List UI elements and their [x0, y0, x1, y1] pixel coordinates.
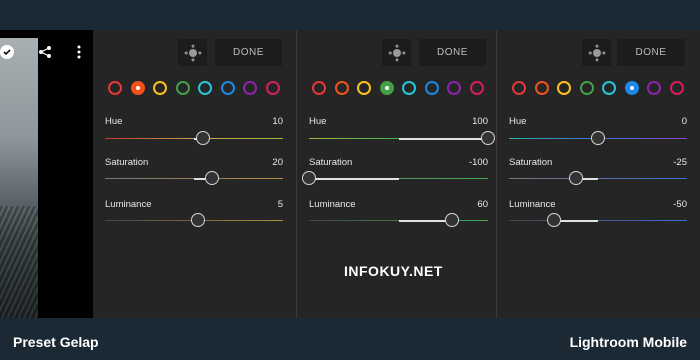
slider-label-luminance: Luminance — [309, 199, 356, 210]
slider-label-luminance: Luminance — [105, 199, 152, 210]
color-dot-orange[interactable] — [130, 81, 145, 95]
screenshot-frame: DONE Hue 10 Saturation 20 Luminance 5 DONE Hue 1… — [0, 0, 700, 360]
slider-thumb-luminance[interactable] — [445, 213, 460, 227]
slider-track-saturation[interactable] — [509, 178, 687, 179]
slider-label-hue: Hue — [105, 116, 123, 127]
slider-thumb-hue[interactable] — [481, 131, 495, 145]
color-dot-green[interactable] — [579, 81, 594, 95]
slider-label-saturation: Saturation — [309, 157, 353, 168]
targeted-adjustment-button[interactable] — [582, 39, 611, 66]
slider-thumb-luminance[interactable] — [546, 213, 561, 227]
color-dot-magenta[interactable] — [669, 81, 684, 95]
target-icon — [387, 43, 406, 62]
color-dot-aqua[interactable] — [602, 81, 616, 95]
footer-title-right: Lightroom Mobile — [569, 334, 687, 350]
color-dot-yellow[interactable] — [357, 81, 371, 95]
slider-label-hue: Hue — [309, 116, 327, 127]
color-dot-green[interactable] — [379, 81, 394, 95]
share-icon[interactable] — [37, 44, 53, 60]
slider-thumb-saturation[interactable] — [204, 171, 219, 185]
slider-value-saturation: -100 — [468, 157, 488, 168]
color-dot-orange[interactable] — [534, 81, 549, 95]
color-dot-yellow[interactable] — [557, 81, 571, 95]
color-dot-magenta[interactable] — [469, 81, 484, 95]
slider-value-hue: 100 — [472, 116, 488, 127]
slider-thumb-saturation[interactable] — [302, 171, 316, 185]
checkmark-icon[interactable] — [0, 45, 14, 59]
slider-value-hue: 10 — [272, 116, 283, 127]
target-icon — [587, 43, 606, 62]
color-dot-yellow[interactable] — [153, 81, 167, 95]
done-button[interactable]: DONE — [419, 39, 486, 66]
hsl-panel-1: DONE Hue 10 Saturation 20 Luminance 5 — [93, 30, 296, 318]
slider-label-luminance: Luminance — [509, 199, 556, 210]
photo-preview — [0, 30, 93, 318]
color-dot-purple[interactable] — [447, 81, 461, 95]
footer-title-left: Preset Gelap — [13, 334, 99, 350]
color-dot-blue[interactable] — [624, 81, 639, 95]
target-icon — [183, 43, 202, 62]
color-dot-red[interactable] — [312, 81, 326, 95]
more-vert-icon[interactable] — [71, 44, 87, 60]
color-dot-purple[interactable] — [243, 81, 257, 95]
hsl-panel-3: DONE Hue 0 Saturation -25 Luminance -50 — [497, 30, 700, 318]
slider-thumb-hue[interactable] — [195, 131, 210, 145]
photo-image — [0, 38, 38, 318]
slider-value-hue: 0 — [681, 116, 687, 127]
color-dot-orange[interactable] — [334, 81, 349, 95]
slider-label-saturation: Saturation — [105, 157, 149, 168]
slider-thumb-hue[interactable] — [591, 131, 605, 145]
done-button[interactable]: DONE — [215, 39, 282, 66]
watermark-text: INFOKUY.NET — [344, 263, 443, 279]
color-dot-aqua[interactable] — [198, 81, 212, 95]
color-dot-red[interactable] — [108, 81, 122, 95]
targeted-adjustment-button[interactable] — [382, 39, 411, 66]
slider-fill — [398, 137, 488, 140]
slider-label-hue: Hue — [509, 116, 527, 127]
color-dot-green[interactable] — [175, 81, 190, 95]
slider-thumb-luminance[interactable] — [190, 213, 205, 227]
slider-value-luminance: 5 — [277, 199, 283, 210]
slider-thumb-saturation[interactable] — [568, 171, 583, 185]
slider-value-luminance: 60 — [477, 199, 488, 210]
color-dot-blue[interactable] — [424, 81, 439, 95]
slider-value-saturation: 20 — [272, 157, 283, 168]
slider-label-saturation: Saturation — [509, 157, 553, 168]
color-dot-purple[interactable] — [647, 81, 661, 95]
color-dot-blue[interactable] — [220, 81, 235, 95]
slider-track-luminance[interactable] — [509, 220, 687, 221]
slider-fill — [309, 177, 399, 180]
done-button[interactable]: DONE — [617, 39, 685, 66]
color-dot-aqua[interactable] — [402, 81, 416, 95]
top-strip — [0, 0, 700, 30]
slider-value-saturation: -25 — [673, 157, 687, 168]
color-dot-red[interactable] — [512, 81, 526, 95]
slider-value-luminance: -50 — [673, 199, 687, 210]
slider-fill — [398, 219, 453, 222]
color-dot-magenta[interactable] — [265, 81, 280, 95]
targeted-adjustment-button[interactable] — [178, 39, 207, 66]
